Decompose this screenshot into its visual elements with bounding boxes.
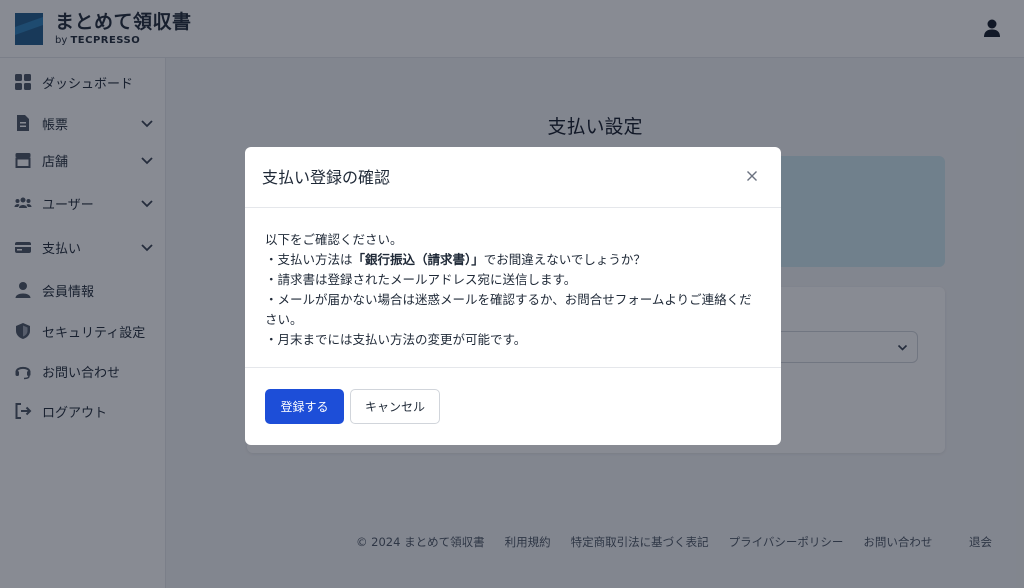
close-icon[interactable] (745, 169, 759, 183)
line1-payment-method: 「銀行振込（請求書）」 (352, 252, 484, 267)
modal-line-payment-method: ・支払い方法は「銀行振込（請求書）」でお間違えないでしょうか？ (265, 250, 761, 270)
modal-header: 支払い登録の確認 (245, 147, 781, 208)
confirm-payment-modal: 支払い登録の確認 以下をご確認ください。 ・支払い方法は「銀行振込（請求書）」で… (245, 147, 781, 445)
line1-suffix: でお間違えないでしょうか？ (483, 252, 646, 267)
modal-line-change: ・月末までには支払い方法の変更が可能です。 (265, 332, 527, 347)
cancel-button[interactable]: キャンセル (350, 389, 440, 424)
modal-footer: 登録する キャンセル (245, 368, 781, 444)
modal-line-spam: ・メールが届かない場合は迷惑メールを確認するか、お問合せフォームよりご連絡くださ… (265, 292, 752, 327)
modal-intro: 以下をご確認ください。 (265, 232, 403, 247)
modal-title: 支払い登録の確認 (262, 168, 391, 187)
line1-prefix: ・支払い方法は (265, 252, 353, 267)
modal-line-invoice: ・請求書は登録されたメールアドレス宛に送信します。 (265, 272, 577, 287)
register-button[interactable]: 登録する (265, 389, 344, 424)
modal-body: 以下をご確認ください。 ・支払い方法は「銀行振込（請求書）」でお間違えないでしょ… (245, 208, 781, 368)
